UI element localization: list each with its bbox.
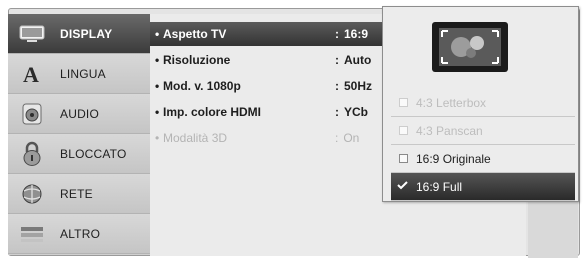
aspect-options-list: 4:3 Letterbox 4:3 Panscan 16:9 Originale… — [391, 89, 575, 201]
svg-text:A: A — [23, 62, 39, 86]
option-4-3-letterbox: 4:3 Letterbox — [391, 89, 575, 117]
sidebar-item-label: DISPLAY — [60, 26, 113, 41]
sidebar-item-lock[interactable]: BLOCCATO — [8, 134, 150, 174]
option-16-9-original[interactable]: 16:9 Originale — [391, 145, 575, 173]
option-label: 4:3 Panscan — [416, 123, 483, 138]
row-bullet: • — [155, 53, 160, 67]
sidebar-item-network[interactable]: RETE — [8, 174, 150, 214]
scroll-area — [528, 202, 578, 258]
setting-value: On — [343, 131, 360, 145]
network-icon — [18, 180, 46, 208]
setting-label: Mod. v. 1080p — [163, 79, 241, 93]
row-colon: : — [335, 131, 339, 145]
row-colon: : — [335, 79, 339, 93]
checkbox — [399, 98, 408, 107]
setting-label: Modalità 3D — [163, 131, 228, 145]
sidebar-item-language[interactable]: A LINGUA — [8, 54, 150, 94]
setting-value: YCb — [344, 105, 368, 119]
tv-aspect-icon — [431, 21, 509, 73]
setting-label: Risoluzione — [163, 53, 231, 67]
sidebar-item-other[interactable]: ALTRO — [8, 214, 150, 254]
row-colon: : — [335, 53, 339, 67]
sidebar-item-label: LINGUA — [60, 66, 106, 81]
setting-value: 50Hz — [344, 79, 373, 93]
setting-label: Aspetto TV — [163, 27, 227, 41]
option-label: 16:9 Originale — [416, 151, 491, 166]
option-label: 16:9 Full — [416, 179, 463, 194]
sidebar-item-label: ALTRO — [60, 226, 101, 241]
checkmark-icon — [397, 180, 409, 193]
setting-value: 16:9 — [344, 27, 369, 41]
setting-label: Imp. colore HDMI — [163, 105, 262, 119]
sidebar-item-label: BLOCCATO — [60, 146, 127, 161]
sidebar-item-display[interactable]: DISPLAY — [8, 14, 150, 54]
sidebar-item-audio[interactable]: AUDIO — [8, 94, 150, 134]
audio-icon — [18, 100, 46, 128]
row-bullet: • — [155, 131, 160, 145]
checkbox — [399, 126, 408, 135]
display-icon — [18, 20, 46, 48]
row-bullet: • — [155, 79, 160, 93]
option-4-3-panscan: 4:3 Panscan — [391, 117, 575, 145]
option-16-9-full[interactable]: 16:9 Full — [391, 173, 575, 201]
row-bullet: • — [155, 105, 160, 119]
language-icon: A — [18, 60, 46, 88]
row-colon: : — [335, 105, 339, 119]
lock-icon — [18, 140, 46, 168]
settings-sidebar: DISPLAY A LINGUA AUDIO BLOCCATO RETE ALT… — [8, 14, 150, 255]
checkbox[interactable] — [399, 154, 408, 163]
row-colon: : — [335, 27, 339, 41]
option-label: 4:3 Letterbox — [416, 95, 487, 110]
aspect-ratio-popup: 4:3 Letterbox 4:3 Panscan 16:9 Originale… — [382, 6, 579, 202]
sidebar-item-label: RETE — [60, 186, 93, 201]
row-bullet: • — [155, 27, 160, 41]
sidebar-item-label: AUDIO — [60, 106, 100, 121]
other-icon — [18, 220, 46, 248]
setting-value: Auto — [344, 53, 372, 67]
